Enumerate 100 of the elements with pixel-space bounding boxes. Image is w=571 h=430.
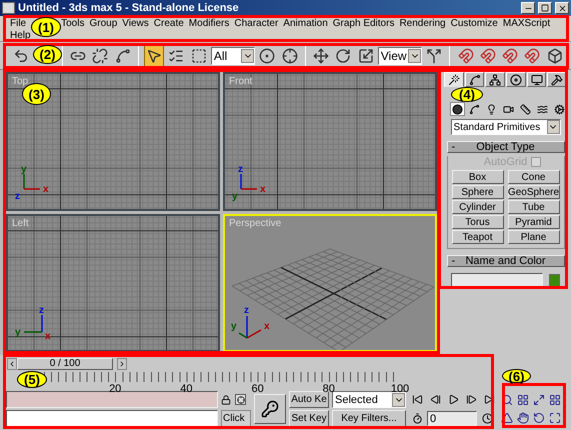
primitive-button[interactable]: Plane bbox=[508, 230, 560, 244]
panel-tab[interactable] bbox=[526, 72, 546, 87]
maximize-button[interactable] bbox=[538, 2, 552, 14]
rollout-header[interactable]: - Object Type bbox=[446, 141, 564, 153]
selection-toggle[interactable] bbox=[235, 394, 246, 405]
callout-number: (5) bbox=[17, 371, 47, 388]
wand-icon bbox=[448, 74, 460, 86]
primitive-button[interactable]: Pyramid bbox=[508, 215, 560, 229]
auto-key-button[interactable]: Auto Ke bbox=[289, 391, 329, 408]
menu-item[interactable]: Modifiers bbox=[188, 18, 230, 30]
magnet-icon bbox=[458, 48, 474, 64]
primitive-button[interactable]: Tube bbox=[508, 200, 560, 214]
panel-tab[interactable] bbox=[506, 72, 526, 87]
viewport-nav-button[interactable] bbox=[532, 392, 546, 408]
waves-icon bbox=[537, 104, 548, 114]
menu-item[interactable]: Graph Editors bbox=[332, 18, 394, 30]
dropdown[interactable]: All bbox=[210, 46, 256, 64]
set-key-button[interactable]: Set Key bbox=[289, 410, 329, 427]
orbit-icon bbox=[533, 412, 545, 424]
key-filters-button[interactable]: Key Filters... bbox=[332, 410, 406, 427]
primitive-button[interactable]: Teapot bbox=[452, 230, 504, 244]
camera-icon bbox=[503, 104, 514, 114]
close-icon bbox=[558, 4, 566, 12]
viewport-nav-button[interactable] bbox=[548, 392, 562, 408]
panel-tab[interactable] bbox=[485, 72, 506, 87]
prompt-text: Click bbox=[221, 410, 251, 427]
primitive-button[interactable]: GeoSphere bbox=[508, 185, 560, 199]
primitive-button[interactable]: Cone bbox=[508, 170, 560, 184]
time-slider-thumb[interactable]: 0 / 100 bbox=[17, 358, 113, 370]
skip-back-icon bbox=[412, 394, 422, 405]
rotate-icon bbox=[335, 48, 352, 64]
monitor-icon bbox=[530, 74, 543, 86]
toolbar-button[interactable] bbox=[144, 44, 164, 66]
frame-field[interactable]: 0 bbox=[427, 411, 477, 426]
menu-item[interactable]: Rendering bbox=[399, 18, 446, 30]
category-button[interactable] bbox=[467, 102, 482, 116]
hierarchy-icon bbox=[489, 74, 502, 86]
pointer-icon bbox=[146, 48, 162, 64]
primitive-button[interactable]: Cylinder bbox=[452, 200, 504, 214]
dropdown[interactable]: View bbox=[378, 46, 422, 64]
dropdown[interactable]: Standard Primitives bbox=[450, 119, 560, 135]
viewport-nav-button[interactable] bbox=[500, 410, 514, 426]
menu-item[interactable]: Character bbox=[234, 18, 278, 30]
triangle-icon bbox=[501, 412, 513, 424]
disc-icon bbox=[510, 74, 522, 86]
primitive-button[interactable]: Torus bbox=[452, 215, 504, 229]
menu-item[interactable]: Tools bbox=[61, 18, 84, 30]
maximize-icon bbox=[549, 412, 561, 424]
category-button[interactable] bbox=[518, 102, 533, 116]
split-icon bbox=[426, 48, 442, 64]
callout-frame bbox=[502, 383, 566, 428]
primitive-button[interactable]: Box bbox=[452, 170, 504, 184]
scale-icon bbox=[358, 48, 374, 64]
viewport-nav-button[interactable] bbox=[516, 392, 530, 408]
lightbulb-icon bbox=[486, 104, 497, 114]
minimize-button[interactable] bbox=[521, 2, 535, 14]
key-mode-dropdown[interactable]: Selected bbox=[332, 391, 406, 408]
lock-icon[interactable] bbox=[221, 394, 231, 404]
primitive-button[interactable]: Sphere bbox=[452, 185, 504, 199]
panel-tab[interactable] bbox=[444, 72, 464, 87]
category-button[interactable] bbox=[450, 102, 465, 116]
timer-icon bbox=[412, 413, 422, 424]
rollout-header[interactable]: - Name and Color bbox=[446, 255, 564, 267]
play-icon bbox=[448, 394, 458, 405]
viewport-nav-button[interactable] bbox=[548, 410, 562, 426]
name-field[interactable] bbox=[451, 273, 543, 287]
cube-icon bbox=[546, 48, 563, 64]
viewport-nav-button[interactable] bbox=[516, 410, 530, 426]
hand-icon bbox=[517, 412, 529, 424]
menu-item[interactable]: Animation bbox=[283, 18, 328, 30]
menu-item[interactable]: Create bbox=[154, 18, 184, 30]
maxscript-field[interactable] bbox=[6, 410, 218, 427]
panel-tab[interactable] bbox=[547, 72, 568, 87]
menu-item[interactable]: MAXScript bbox=[502, 18, 550, 30]
rollout-title: Object Type bbox=[475, 141, 536, 153]
maximize-icon bbox=[541, 4, 549, 12]
category-button[interactable] bbox=[552, 102, 567, 116]
step-back-icon bbox=[430, 394, 440, 405]
key-button[interactable] bbox=[254, 394, 286, 424]
panel-tab[interactable] bbox=[464, 72, 484, 87]
key-icon bbox=[261, 400, 279, 418]
curve-icon bbox=[469, 104, 480, 114]
magnet-icon bbox=[524, 48, 540, 64]
clock-icon bbox=[482, 413, 492, 424]
move-icon bbox=[312, 48, 329, 64]
ruler-icon bbox=[520, 104, 531, 114]
color-swatch[interactable] bbox=[549, 274, 560, 286]
circle-dot-icon bbox=[259, 48, 276, 64]
menu-item[interactable]: Views bbox=[122, 18, 149, 30]
menu-item[interactable]: Group bbox=[89, 18, 118, 30]
menu-item[interactable]: File bbox=[10, 18, 26, 30]
close-button[interactable] bbox=[555, 2, 569, 14]
grid-icon bbox=[549, 394, 561, 406]
viewport-label: Perspective bbox=[229, 218, 282, 228]
menu-item[interactable]: Customize bbox=[450, 18, 498, 30]
magnet-icon bbox=[502, 48, 518, 64]
menu-item[interactable]: Help bbox=[10, 30, 31, 42]
curve-icon bbox=[468, 74, 480, 86]
magnet-icon bbox=[480, 48, 496, 64]
viewport-nav-button[interactable] bbox=[532, 410, 546, 426]
